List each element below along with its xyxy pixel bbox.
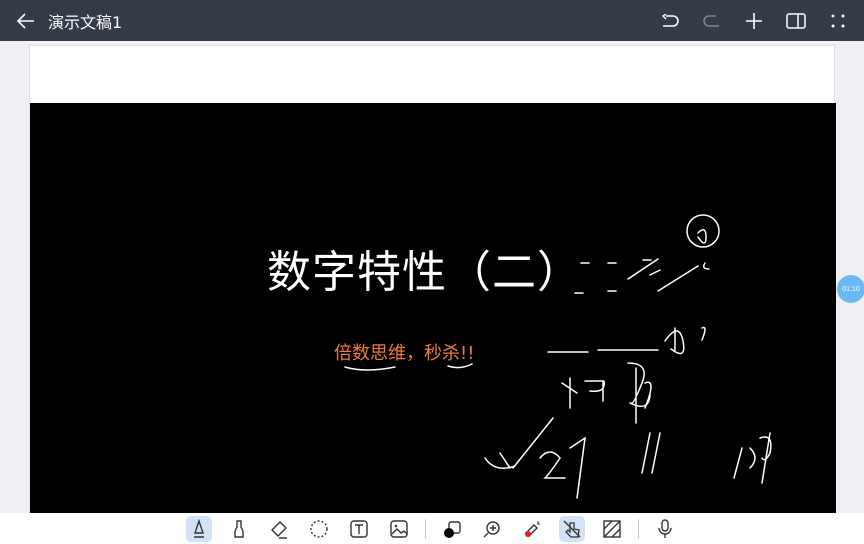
microphone-icon <box>658 518 672 538</box>
timer-badge[interactable]: 01:10 <box>837 275 864 303</box>
lasso-tool[interactable] <box>306 516 332 542</box>
pattern-icon <box>603 519 621 538</box>
finger-off-icon <box>563 520 581 538</box>
image-icon <box>390 519 408 538</box>
lasso-icon <box>310 519 328 538</box>
back-button[interactable] <box>16 11 36 31</box>
color-icon <box>444 520 461 538</box>
laser-pointer-icon <box>525 520 540 537</box>
divider <box>638 518 639 539</box>
microphone-button[interactable] <box>652 516 678 542</box>
undo-icon[interactable] <box>658 9 682 33</box>
panel-toggle-icon[interactable] <box>784 9 808 33</box>
slide-canvas[interactable]: 数字特性（二） 倍数思维，秒杀!! <box>29 45 836 514</box>
redo-icon[interactable] <box>700 9 724 33</box>
color-tool[interactable] <box>439 516 465 542</box>
zoom-in-icon <box>483 520 500 537</box>
document-title: 演示文稿1 <box>48 12 123 32</box>
background-pattern-tool[interactable] <box>599 516 625 542</box>
eraser-tool[interactable] <box>266 516 292 542</box>
slide[interactable]: 数字特性（二） 倍数思维，秒杀!! <box>30 103 836 514</box>
touch-draw-toggle[interactable] <box>559 515 585 542</box>
text-icon <box>350 519 368 538</box>
zoom-tool[interactable] <box>479 516 505 542</box>
image-tool[interactable] <box>386 516 412 542</box>
text-tool[interactable] <box>346 516 372 542</box>
pen-icon <box>194 518 204 538</box>
eraser-icon <box>271 520 287 539</box>
handwritten-ink <box>344 214 772 499</box>
bottom-toolbar <box>0 513 864 544</box>
top-bar: 演示文稿1 <box>0 0 864 41</box>
pen-tool[interactable] <box>186 515 212 542</box>
add-icon[interactable] <box>742 9 766 33</box>
divider <box>425 518 426 539</box>
more-icon[interactable] <box>826 9 850 33</box>
highlighter-icon <box>234 519 244 538</box>
laser-pointer-tool[interactable] <box>519 516 545 542</box>
highlighter-tool[interactable] <box>226 516 252 542</box>
